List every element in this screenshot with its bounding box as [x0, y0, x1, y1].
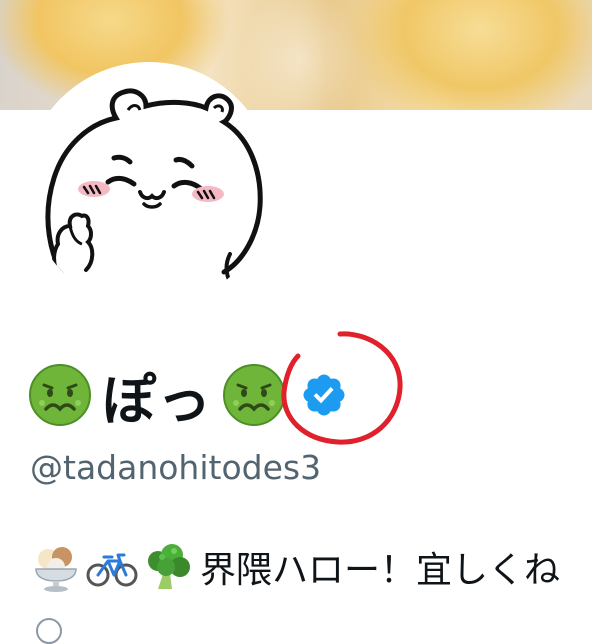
location-icon: [36, 618, 62, 644]
avatar[interactable]: [28, 66, 270, 308]
avatar-frame: [24, 62, 274, 312]
display-name: ぽっ: [102, 368, 212, 432]
ice-cream-icon: [35, 547, 77, 592]
avatar-illustration: [45, 88, 263, 292]
nauseated-face-icon: [29, 364, 91, 426]
bio-text: 界隈ハロー！宜しくね: [200, 550, 561, 591]
broccoli-icon: [148, 544, 190, 589]
nauseated-face-icon: [223, 364, 285, 426]
verified-badge-icon[interactable]: [300, 371, 348, 419]
profile-handle: @tadanohitodes3: [30, 448, 322, 487]
profile-bio: 界隈ハロー！宜しくね: [30, 538, 560, 596]
bicycle-icon: [86, 553, 138, 587]
profile-name-row: ぽっ: [28, 360, 348, 432]
